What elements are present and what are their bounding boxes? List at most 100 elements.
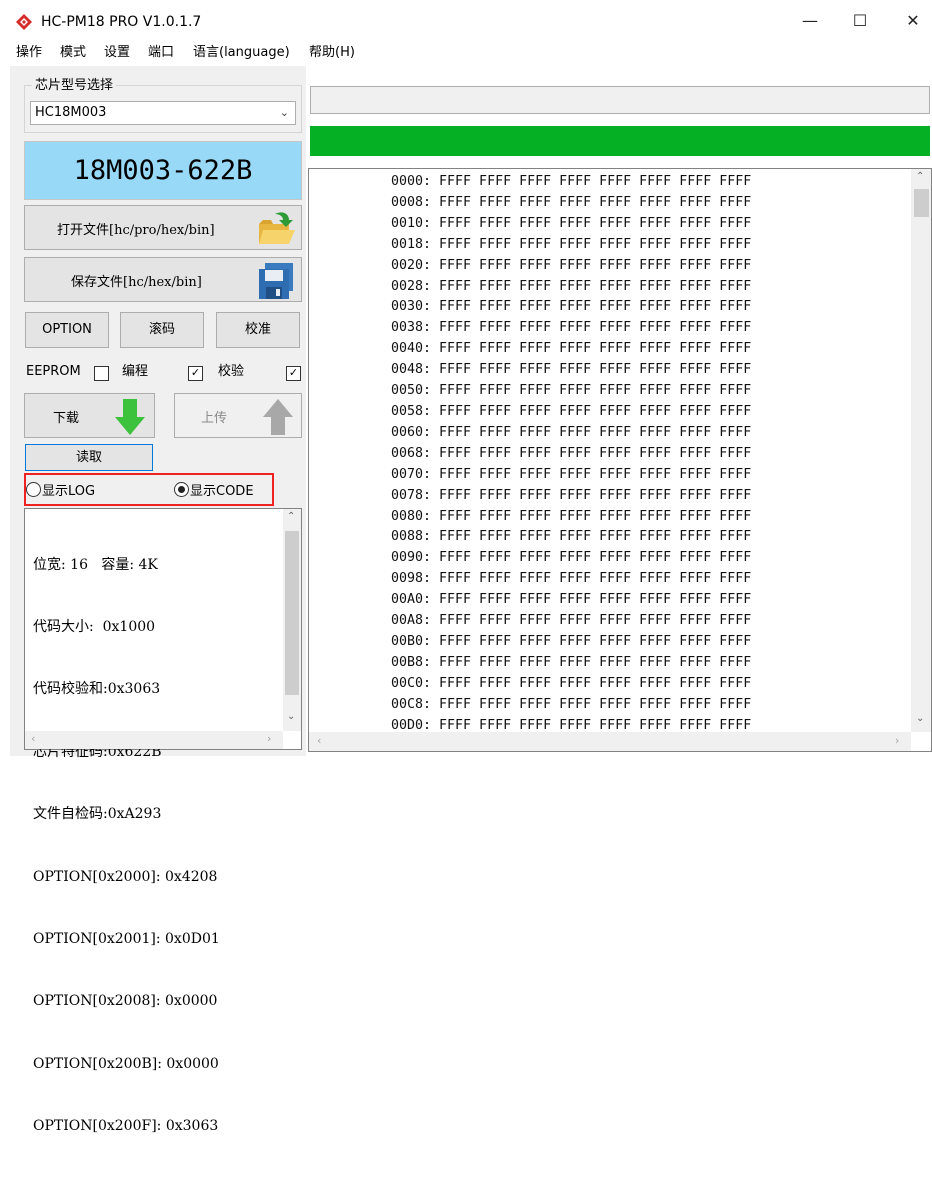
progress-fill [310,126,930,156]
window-title: HC-PM18 PRO V1.0.1.7 [41,14,202,30]
code-row: 0028: FFFF FFFF FFFF FFFF FFFF FFFF FFFF… [391,278,752,294]
scroll-right-icon[interactable]: › [267,732,271,745]
menu-settings[interactable]: 设置 [104,44,130,62]
log-panel[interactable]: 位宽: 16 容量: 4K 代码大小: 0x1000 代码校验和:0x3063 … [24,508,302,1134]
option-button[interactable]: OPTION [25,312,109,348]
download-label: 下载 [53,411,80,426]
radio-unselected-icon [26,482,41,497]
code-row: 0008: FFFF FFFF FFFF FFFF FFFF FFFF FFFF… [391,194,752,210]
read-button[interactable]: 读取 [25,444,153,471]
code-row: 0068: FFFF FFFF FFFF FFFF FFFF FFFF FFFF… [391,445,752,461]
open-file-label: 打开文件[hc/pro/hex/bin] [57,223,215,238]
rolling-code-button[interactable]: 滚码 [120,312,204,348]
program-checkbox[interactable]: 编程 ✓ [120,361,204,385]
code-row: 00B0: FFFF FFFF FFFF FFFF FFFF FFFF FFFF… [391,633,752,649]
log-vertical-scrollbar[interactable]: ⌃ ⌄ [283,509,301,731]
chip-id-display: 18M003-622B [24,141,302,200]
menu-language[interactable]: 语言(language) [193,44,290,62]
log-line: OPTION[0x200F]: 0x3063 [33,1118,219,1135]
arrow-up-icon [263,399,293,435]
code-row: 0098: FFFF FFFF FFFF FFFF FFFF FFFF FFFF… [391,571,752,587]
upload-label: 上传 [201,411,228,426]
menu-port[interactable]: 端口 [148,44,174,62]
verify-checkbox[interactable]: 校验 ✓ [216,361,302,385]
eeprom-checkbox[interactable]: EEPROM [24,361,110,385]
scroll-left-icon[interactable]: ‹ [317,734,321,747]
code-row: 0010: FFFF FFFF FFFF FFFF FFFF FFFF FFFF… [391,215,752,231]
code-row: 00A8: FFFF FFFF FFFF FFFF FFFF FFFF FFFF… [391,613,752,629]
code-row: 0020: FFFF FFFF FFFF FFFF FFFF FFFF FFFF… [391,257,752,273]
menu-help[interactable]: 帮助(H) [309,44,355,62]
show-log-label: 显示LOG [42,484,96,499]
verify-label: 校验 [218,364,245,379]
code-row: 0040: FFFF FFFF FFFF FFFF FFFF FFFF FFFF… [391,341,752,357]
verify-check-icon: ✓ [286,366,301,381]
download-button[interactable]: 下载 [24,393,155,438]
menu-operation[interactable]: 操作 [16,44,42,62]
code-row: 0078: FFFF FFFF FFFF FFFF FFFF FFFF FFFF… [391,487,752,503]
log-line: 位宽: 16 容量: 4K [33,556,158,573]
file-path-field[interactable] [310,86,930,114]
code-row: 0050: FFFF FFFF FFFF FFFF FFFF FFFF FFFF… [391,383,752,399]
eeprom-label: EEPROM [26,364,81,379]
code-lines: 0000: FFFF FFFF FFFF FFFF FFFF FFFF FFFF… [391,172,751,736]
show-code-radio[interactable]: 显示CODE [172,476,302,502]
log-scroll-thumb[interactable] [285,531,299,695]
code-row: 0000: FFFF FFFF FFFF FFFF FFFF FFFF FFFF… [391,174,752,189]
log-line: OPTION[0x200B]: 0x0000 [33,1055,219,1072]
arrow-down-icon [115,399,145,435]
scroll-right-icon[interactable]: › [895,734,899,747]
scroll-down-icon[interactable]: ⌄ [287,711,295,722]
log-line: OPTION[0x2000]: 0x4208 [33,868,218,885]
minimize-button[interactable]: — [790,6,830,36]
code-row: 0038: FFFF FFFF FFFF FFFF FFFF FFFF FFFF… [391,320,752,336]
code-view[interactable]: 0000: FFFF FFFF FFFF FFFF FFFF FFFF FFFF… [308,168,932,752]
app-logo-icon [16,14,32,30]
code-vertical-scrollbar[interactable]: ⌃ ⌄ [911,169,931,732]
scroll-down-icon[interactable]: ⌄ [916,713,924,724]
folder-open-icon [259,212,295,244]
scroll-left-icon[interactable]: ‹ [31,732,35,745]
code-row: 00A0: FFFF FFFF FFFF FFFF FFFF FFFF FFFF… [391,592,752,608]
code-row: 0070: FFFF FFFF FFFF FFFF FFFF FFFF FFFF… [391,466,752,482]
code-row: 0030: FFFF FFFF FFFF FFFF FFFF FFFF FFFF… [391,299,752,315]
close-button[interactable]: ✕ [893,6,932,36]
calibrate-button[interactable]: 校准 [216,312,300,348]
scroll-up-icon[interactable]: ⌃ [287,511,295,522]
log-line: OPTION[0x2001]: 0x0D01 [33,930,220,947]
chevron-down-icon: ⌄ [279,106,289,119]
code-row: 00C8: FFFF FFFF FFFF FFFF FFFF FFFF FFFF… [391,696,752,712]
log-line: 代码校验和:0x3063 [33,681,161,698]
eeprom-check-icon [94,366,109,381]
menu-mode[interactable]: 模式 [60,44,86,62]
log-line: 代码大小: 0x1000 [33,618,156,635]
log-line: OPTION[0x2008]: 0x0000 [33,993,218,1010]
title-bar[interactable]: HC-PM18 PRO V1.0.1.7 — ☐ ✕ [0,0,932,42]
chip-model-select[interactable]: HC18M003 ⌄ [30,101,296,125]
scroll-up-icon[interactable]: ⌃ [916,171,924,182]
chip-select-label: 芯片型号选择 [32,78,117,94]
log-text: 位宽: 16 容量: 4K 代码大小: 0x1000 代码校验和:0x3063 … [33,513,220,1179]
open-file-button[interactable]: 打开文件[hc/pro/hex/bin] [24,205,302,250]
code-row: 0060: FFFF FFFF FFFF FFFF FFFF FFFF FFFF… [391,424,752,440]
chip-model-value: HC18M003 [35,105,107,120]
code-row: 0090: FFFF FFFF FFFF FFFF FFFF FFFF FFFF… [391,550,752,566]
code-horizontal-scrollbar[interactable]: ‹ › [309,732,911,751]
code-row: 0018: FFFF FFFF FFFF FFFF FFFF FFFF FFFF… [391,236,752,252]
floppy-disk-icon [259,263,293,299]
code-row: 00B8: FFFF FFFF FFFF FFFF FFFF FFFF FFFF… [391,654,752,670]
save-file-label: 保存文件[hc/hex/bin] [71,275,202,290]
radio-selected-icon [174,482,189,497]
show-code-label: 显示CODE [190,484,254,499]
upload-button[interactable]: 上传 [174,393,302,438]
log-horizontal-scrollbar[interactable]: ‹ › [25,731,283,749]
save-file-button[interactable]: 保存文件[hc/hex/bin] [24,257,302,302]
show-log-radio[interactable]: 显示LOG [24,476,154,502]
code-row: 0048: FFFF FFFF FFFF FFFF FFFF FFFF FFFF… [391,362,752,378]
program-check-icon: ✓ [188,366,203,381]
menu-bar: 操作 模式 设置 端口 语言(language) 帮助(H) [0,42,932,64]
progress-bar [310,126,930,156]
maximize-button[interactable]: ☐ [840,6,880,36]
code-scroll-thumb[interactable] [914,189,929,217]
code-row: 0080: FFFF FFFF FFFF FFFF FFFF FFFF FFFF… [391,508,752,524]
